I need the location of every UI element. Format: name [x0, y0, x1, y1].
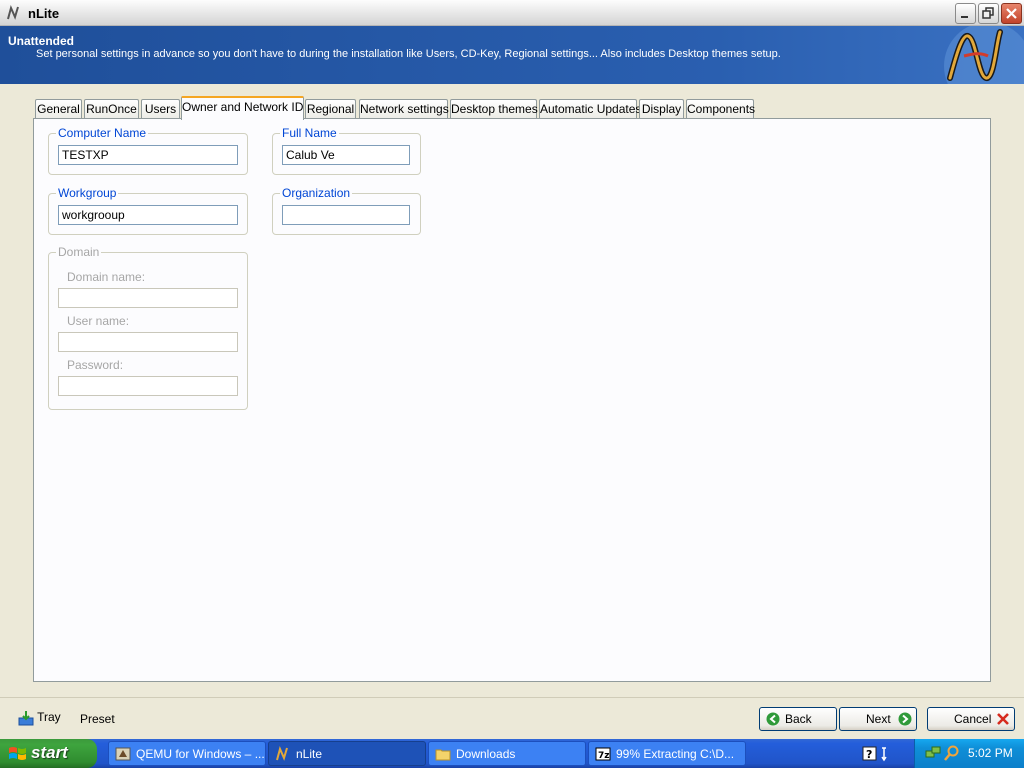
domain-group: Domain Domain name: User name: Password: [48, 245, 248, 410]
computer-name-field[interactable]: TESTXP [58, 145, 238, 165]
close-icon [1006, 8, 1017, 19]
nlite-logo [944, 26, 1024, 84]
maximize-icon [982, 7, 994, 19]
tab-components[interactable]: Components [686, 99, 755, 119]
organization-group: Organization [272, 186, 421, 235]
organization-field[interactable] [282, 205, 410, 225]
tray-button[interactable]: Tray [18, 710, 61, 726]
task-downloads-label: Downloads [456, 747, 516, 761]
tray-icon [18, 711, 34, 726]
system-tray: 5:02 PM [914, 739, 1024, 768]
task-qemu[interactable]: QEMU for Windows – ... [108, 741, 266, 766]
domain-password-field [58, 376, 238, 396]
workgroup-label: Workgroup [56, 186, 119, 200]
folder-icon [435, 749, 451, 761]
next-label: Next [866, 712, 891, 726]
domain-name-label: Domain name: [67, 270, 146, 284]
tab-network-settings[interactable]: Network settings [359, 99, 449, 119]
windows-flag-icon [9, 747, 26, 760]
computer-name-group: Computer Name TESTXP [48, 126, 248, 175]
tray-label: Tray [37, 710, 61, 725]
cancel-label: Cancel [954, 712, 992, 726]
maximize-button[interactable] [978, 3, 999, 24]
back-arrow-icon [766, 712, 780, 726]
start-button[interactable]: start [0, 739, 97, 768]
cancel-button[interactable]: Cancel [927, 707, 1015, 731]
task-nlite-label: nLite [296, 747, 323, 761]
task-7zip-label: 99% Extracting C:\D... [616, 747, 735, 761]
tab-panel: Computer Name TESTXP Full Name Calub Ve … [33, 118, 991, 682]
next-arrow-icon [898, 712, 912, 726]
full-name-field[interactable]: Calub Ve [282, 145, 410, 165]
search-icon[interactable] [944, 745, 960, 761]
tab-automatic-updates[interactable]: Automatic Updates [539, 99, 641, 119]
domain-name-field [58, 288, 238, 308]
tab-runonce[interactable]: RunOnce [84, 99, 139, 119]
tab-display[interactable]: Display [639, 99, 684, 119]
workgroup-group: Workgroup workgrooup [48, 186, 248, 235]
cancel-x-icon [997, 713, 1009, 725]
page-description: Set personal settings in advance so you … [36, 48, 781, 60]
back-label: Back [785, 712, 812, 726]
domain-password-label: Password: [67, 358, 124, 372]
clock: 5:02 PM [968, 746, 1013, 760]
taskbar: start QEMU for Windows – ... nLite Downl… [0, 739, 1024, 768]
organization-label: Organization [280, 186, 353, 200]
full-name-label: Full Name [280, 126, 339, 140]
nlite-task-icon [276, 746, 288, 761]
svg-text:?: ? [866, 748, 872, 761]
preset-button[interactable]: Preset [80, 712, 115, 726]
tab-owner-network-id[interactable]: Owner and Network ID [181, 96, 304, 120]
minimize-button[interactable] [955, 3, 976, 24]
qemu-icon [115, 747, 131, 761]
title-bar: nLite [0, 0, 1024, 26]
close-button[interactable] [1001, 3, 1022, 24]
workgroup-field[interactable]: workgrooup [58, 205, 238, 225]
task-nlite[interactable]: nLite [268, 741, 426, 766]
network-icon[interactable] [925, 745, 941, 761]
domain-user-name-label: User name: [67, 314, 130, 328]
task-qemu-label: QEMU for Windows – ... [136, 747, 265, 761]
nlite-icon [7, 5, 19, 20]
svg-text:7z: 7z [598, 751, 610, 761]
full-name-group: Full Name Calub Ve [272, 126, 421, 175]
next-button[interactable]: Next [839, 707, 917, 731]
domain-label: Domain [56, 245, 102, 259]
window-title: nLite [28, 6, 60, 21]
start-label: start [31, 743, 68, 762]
minimize-icon [961, 16, 968, 18]
tab-desktop-themes[interactable]: Desktop themes [450, 99, 538, 119]
7zip-icon: 7z [595, 747, 611, 761]
help-icon[interactable]: ? [862, 745, 892, 763]
computer-name-label: Computer Name [56, 126, 149, 140]
back-button[interactable]: Back [759, 707, 837, 731]
task-downloads[interactable]: Downloads [428, 741, 586, 766]
domain-user-name-field [58, 332, 238, 352]
bottom-bar: Tray Preset Back Next Cancel [0, 697, 1024, 739]
tab-regional[interactable]: Regional [305, 99, 356, 119]
tab-users[interactable]: Users [141, 99, 180, 119]
page-header: Unattended Set personal settings in adva… [0, 26, 1024, 84]
task-7zip[interactable]: 7z 99% Extracting C:\D... [588, 741, 746, 766]
tab-general[interactable]: General [35, 99, 82, 119]
page-title: Unattended [8, 34, 74, 48]
